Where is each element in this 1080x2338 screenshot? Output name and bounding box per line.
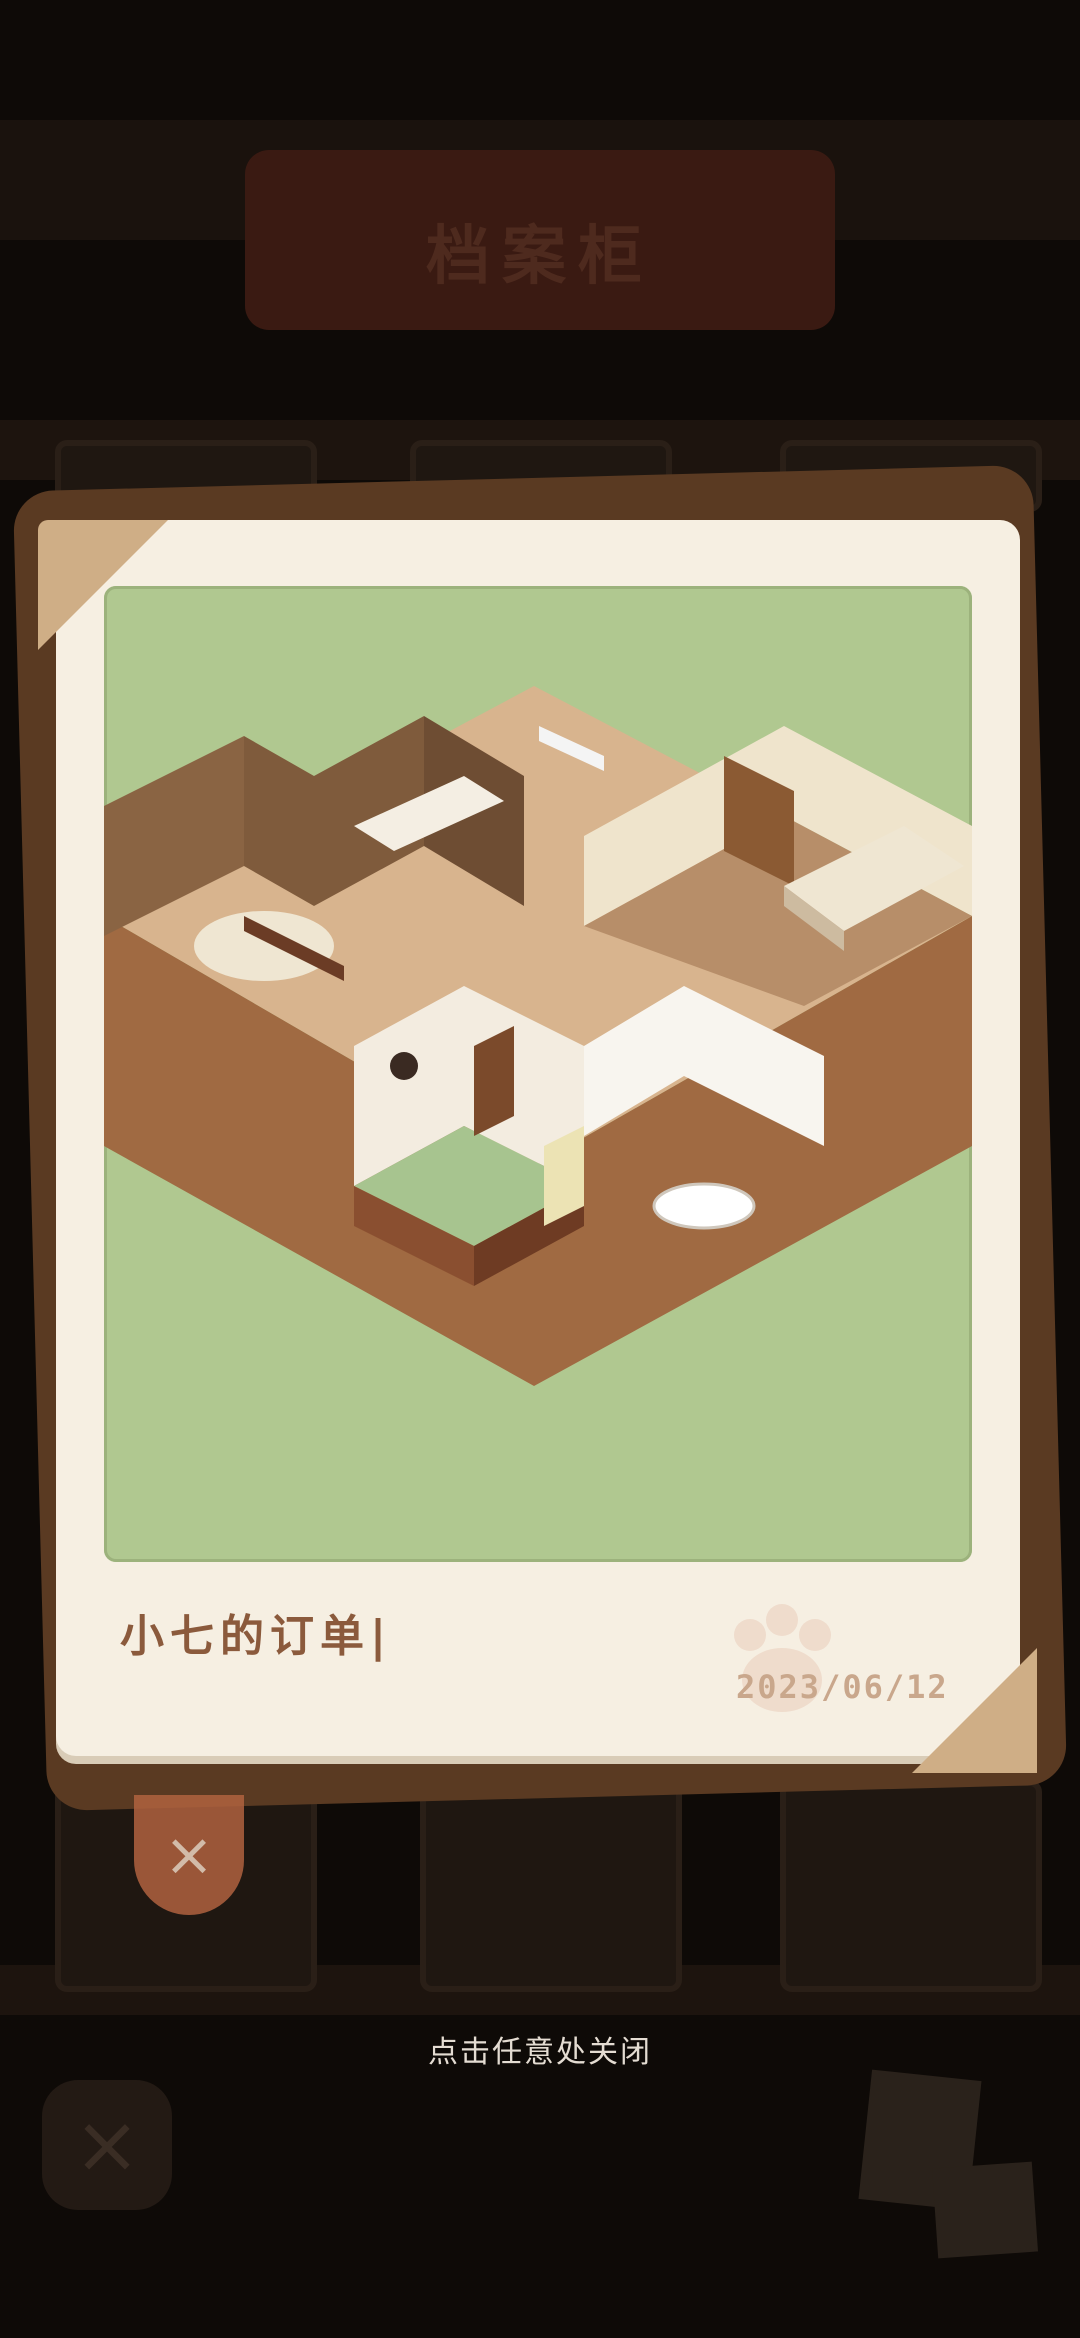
close-hint-text[interactable]: 点击任意处关闭 [0, 2027, 1080, 2071]
background-note-icon [931, 2161, 1039, 2259]
photo-date: 2023/06/12 [736, 1668, 949, 1706]
photo-corner-bottom-right [912, 1648, 1037, 1773]
house-illustration [104, 686, 972, 1386]
photo-picture [104, 586, 972, 1562]
close-icon: × [163, 1820, 215, 1890]
photo-caption: 小七的订单| [120, 1611, 393, 1662]
background-card [420, 1780, 682, 1992]
background-card [780, 1780, 1042, 1992]
page-title: 档案柜 [426, 220, 654, 294]
background-close-icon: × [42, 2080, 172, 2210]
close-button[interactable]: × [134, 1795, 244, 1915]
paw-icon [734, 1604, 831, 1712]
